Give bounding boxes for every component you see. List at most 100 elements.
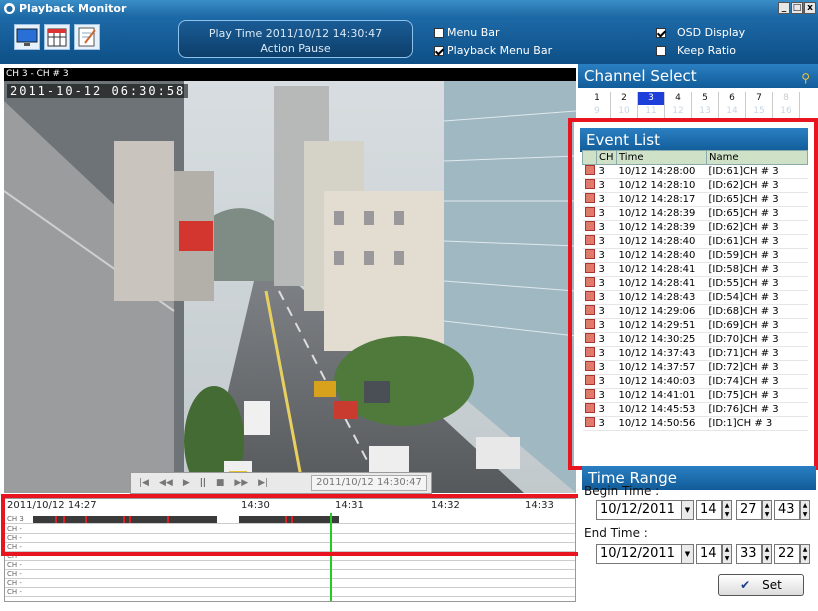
end-minute-spinner[interactable]: ▲ ▼ bbox=[762, 544, 772, 564]
playback-menu-bar-toggle[interactable]: Playback Menu Bar bbox=[434, 44, 552, 57]
event-marker[interactable] bbox=[167, 516, 169, 523]
event-row[interactable]: 3 10/12 14:37:57 [ID:72]CH # 3 bbox=[582, 360, 808, 375]
channel-9[interactable]: 9 bbox=[584, 105, 611, 118]
col-icon[interactable] bbox=[582, 150, 597, 165]
begin-hour-field[interactable]: 14 bbox=[696, 500, 722, 520]
rewind-icon[interactable]: ◀◀ bbox=[159, 478, 173, 488]
event-row[interactable]: 3 10/12 14:28:43 [ID:54]CH # 3 bbox=[582, 290, 808, 305]
menu-bar-checkbox[interactable] bbox=[434, 27, 444, 38]
channel-3[interactable]: 3 bbox=[638, 92, 665, 105]
event-row[interactable]: 3 10/12 14:41:01 [ID:75]CH # 3 bbox=[582, 388, 808, 403]
event-row[interactable]: 3 10/12 14:40:03 [ID:74]CH # 3 bbox=[582, 374, 808, 389]
begin-hour-spinner[interactable]: ▲ ▼ bbox=[722, 500, 732, 520]
event-marker[interactable] bbox=[55, 516, 57, 523]
channel-11[interactable]: 11 bbox=[638, 105, 665, 118]
timeline-row[interactable]: CH - bbox=[5, 579, 575, 588]
event-row[interactable]: 3 10/12 14:28:40 [ID:59]CH # 3 bbox=[582, 248, 808, 263]
timeline-row[interactable]: CH - bbox=[5, 543, 575, 552]
channel-1[interactable]: 1 bbox=[584, 92, 611, 105]
channel-13[interactable]: 13 bbox=[692, 105, 719, 118]
keep-ratio-toggle[interactable]: Keep Ratio bbox=[656, 44, 736, 57]
event-row[interactable]: 3 10/12 14:28:41 [ID:58]CH # 3 bbox=[582, 262, 808, 277]
channel-5[interactable]: 5 bbox=[692, 92, 719, 105]
event-row[interactable]: 3 10/12 14:37:43 [ID:71]CH # 3 bbox=[582, 346, 808, 361]
channel-8[interactable]: 8 bbox=[773, 92, 800, 105]
close-button[interactable]: x bbox=[804, 2, 816, 14]
monitor-icon[interactable] bbox=[14, 24, 40, 50]
chevron-down-icon[interactable]: ▼ bbox=[681, 545, 693, 563]
playback-menu-bar-checkbox[interactable] bbox=[434, 45, 444, 56]
maximize-button[interactable]: □ bbox=[791, 2, 803, 14]
channel-2[interactable]: 2 bbox=[611, 92, 638, 105]
menu-bar-toggle[interactable]: Menu Bar bbox=[434, 26, 500, 39]
end-hour-spinner[interactable]: ▲ ▼ bbox=[722, 544, 732, 564]
event-row[interactable]: 3 10/12 14:29:06 [ID:68]CH # 3 bbox=[582, 304, 808, 319]
channel-16[interactable]: 16 bbox=[773, 105, 800, 118]
keep-ratio-checkbox[interactable] bbox=[656, 45, 666, 56]
end-date-field[interactable]: 10/12/2011 ▼ bbox=[596, 544, 694, 564]
event-marker[interactable] bbox=[129, 516, 131, 523]
calendar-icon[interactable] bbox=[44, 24, 70, 50]
set-button[interactable]: ✔ Set bbox=[718, 574, 804, 596]
begin-date-field[interactable]: 10/12/2011 ▼ bbox=[596, 500, 694, 520]
channel-15[interactable]: 15 bbox=[746, 105, 773, 118]
event-row[interactable]: 3 10/12 14:28:10 [ID:62]CH # 3 bbox=[582, 178, 808, 193]
event-marker[interactable] bbox=[63, 516, 65, 523]
timeline-row[interactable]: CH - bbox=[5, 588, 575, 597]
event-row[interactable]: 3 10/12 14:50:56 [ID:1]CH # 3 bbox=[582, 416, 808, 431]
skip-start-icon[interactable]: |◀ bbox=[139, 478, 149, 488]
timeline-row[interactable]: CH - bbox=[5, 570, 575, 579]
event-row[interactable]: 3 10/12 14:30:25 [ID:70]CH # 3 bbox=[582, 332, 808, 347]
skip-end-icon[interactable]: ▶| bbox=[258, 478, 268, 488]
timeline-row[interactable]: CH - bbox=[5, 525, 575, 534]
end-minute-field[interactable]: 33 bbox=[736, 544, 762, 564]
notepad-icon[interactable] bbox=[74, 24, 100, 50]
pin-icon[interactable]: ⚲ bbox=[801, 66, 810, 90]
step-icon[interactable]: ▶ bbox=[183, 478, 190, 488]
channel-12[interactable]: 12 bbox=[665, 105, 692, 118]
event-row[interactable]: 3 10/12 14:28:39 [ID:62]CH # 3 bbox=[582, 220, 808, 235]
channel-14[interactable]: 14 bbox=[719, 105, 746, 118]
stop-icon[interactable]: ■ bbox=[216, 478, 225, 488]
event-marker[interactable] bbox=[291, 516, 293, 523]
timeline-row[interactable]: CH 3 bbox=[5, 515, 575, 524]
col-ch[interactable]: CH bbox=[596, 150, 617, 165]
begin-minute-field[interactable]: 27 bbox=[736, 500, 762, 520]
end-second-field[interactable]: 22 bbox=[774, 544, 800, 564]
event-marker[interactable] bbox=[285, 516, 287, 523]
begin-second-spinner[interactable]: ▲ ▼ bbox=[800, 500, 810, 520]
channel-4[interactable]: 4 bbox=[665, 92, 692, 105]
end-second-spinner[interactable]: ▲ ▼ bbox=[800, 544, 810, 564]
begin-second-field[interactable]: 43 bbox=[774, 500, 800, 520]
event-row[interactable]: 3 10/12 14:29:51 [ID:69]CH # 3 bbox=[582, 318, 808, 333]
event-row[interactable]: 3 10/12 14:28:41 [ID:55]CH # 3 bbox=[582, 276, 808, 291]
event-row[interactable]: 3 10/12 14:45:53 [ID:76]CH # 3 bbox=[582, 402, 808, 417]
channel-10[interactable]: 10 bbox=[611, 105, 638, 118]
channel-7[interactable]: 7 bbox=[746, 92, 773, 105]
event-row[interactable]: 3 10/12 14:28:39 [ID:65]CH # 3 bbox=[582, 206, 808, 221]
event-marker[interactable] bbox=[123, 516, 125, 523]
col-name[interactable]: Name bbox=[706, 150, 808, 165]
fast-forward-icon[interactable]: ▶▶ bbox=[234, 478, 248, 488]
timeline-playhead[interactable] bbox=[330, 513, 332, 601]
minimize-button[interactable]: _ bbox=[778, 2, 790, 14]
event-row[interactable]: 3 10/12 14:28:00 [ID:61]CH # 3 bbox=[582, 164, 808, 179]
begin-minute-spinner[interactable]: ▲ ▼ bbox=[762, 500, 772, 520]
recording-segment[interactable] bbox=[33, 516, 217, 523]
video-view[interactable]: 2011-10-12 06:30:58 bbox=[4, 81, 576, 493]
end-hour-field[interactable]: 14 bbox=[696, 544, 722, 564]
osd-display-toggle[interactable]: OSD Display bbox=[656, 26, 745, 39]
event-row[interactable]: 3 10/12 14:28:40 [ID:61]CH # 3 bbox=[582, 234, 808, 249]
timeline[interactable]: 2011/10/12 14:27 14:30 14:31 14:32 14:33… bbox=[4, 498, 576, 602]
col-time[interactable]: Time bbox=[616, 150, 707, 165]
timeline-row[interactable]: CH - bbox=[5, 552, 575, 561]
pause-icon[interactable]: || bbox=[200, 478, 206, 488]
chevron-down-icon[interactable]: ▼ bbox=[681, 501, 693, 519]
osd-display-checkbox[interactable] bbox=[656, 27, 666, 38]
channel-6[interactable]: 6 bbox=[719, 92, 746, 105]
timeline-row[interactable]: CH - bbox=[5, 534, 575, 543]
recording-segment[interactable] bbox=[239, 516, 339, 523]
timeline-row[interactable]: CH - bbox=[5, 561, 575, 570]
event-row[interactable]: 3 10/12 14:28:17 [ID:65]CH # 3 bbox=[582, 192, 808, 207]
event-marker[interactable] bbox=[85, 516, 87, 523]
